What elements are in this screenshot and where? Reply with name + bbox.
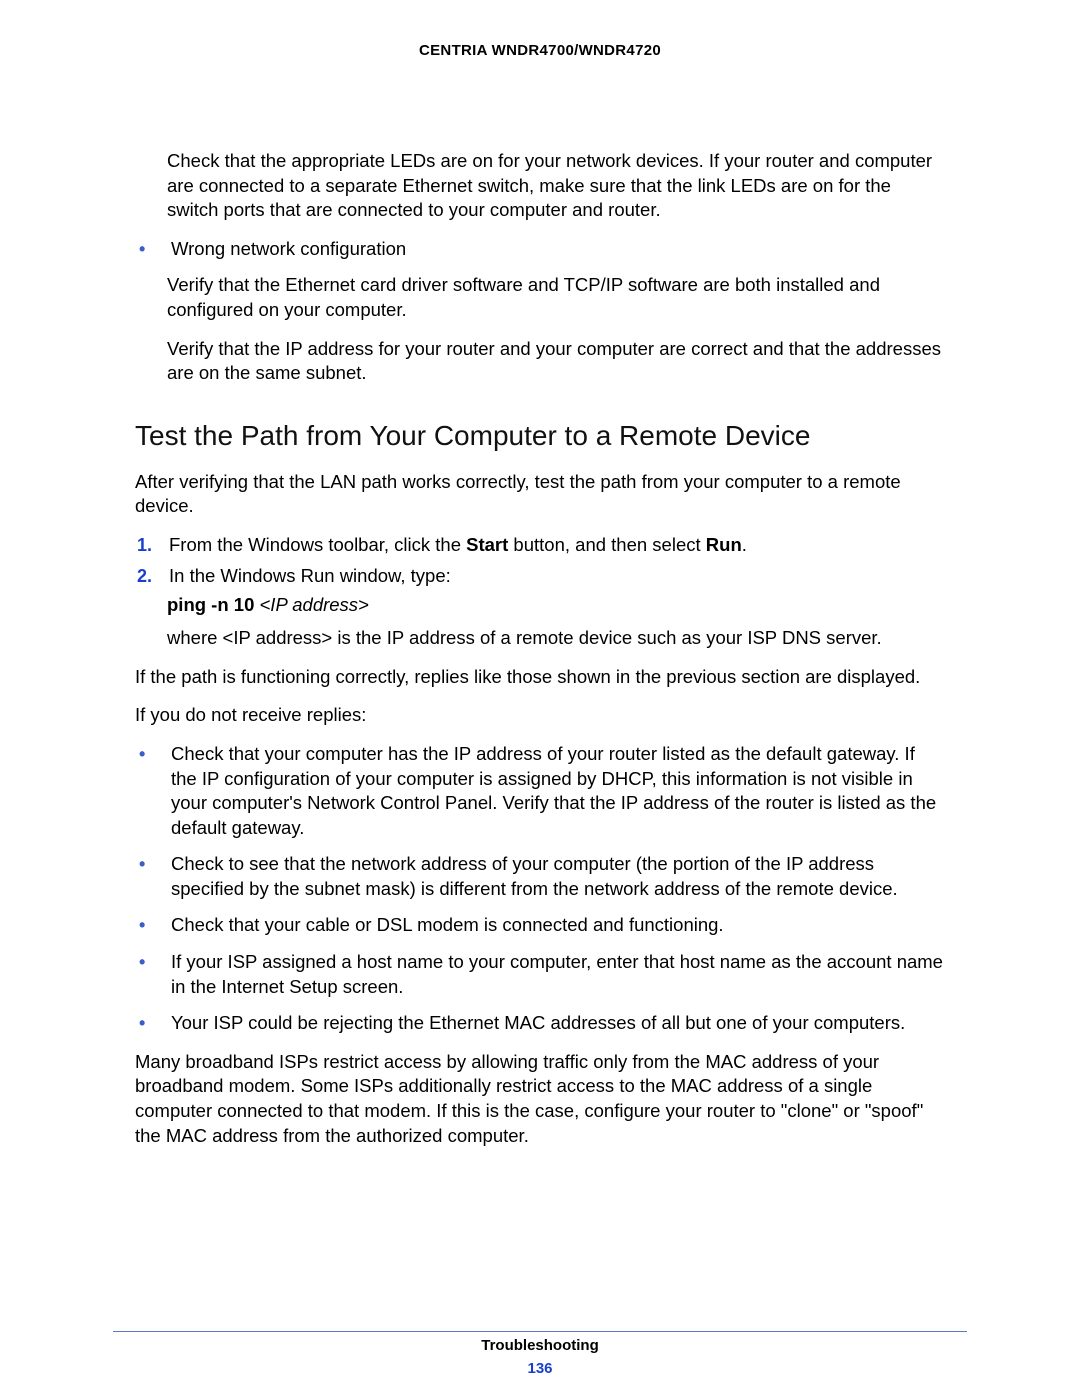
list-item: • If your ISP assigned a host name to yo… — [135, 950, 945, 999]
bullet-icon: • — [135, 913, 171, 937]
where-paragraph: where <IP address> is the IP address of … — [167, 626, 945, 651]
step-1-number: 1. — [135, 533, 169, 557]
list-item: • Check to see that the network address … — [135, 852, 945, 901]
document-page: CENTRIA WNDR4700/WNDR4720 Check that the… — [0, 0, 1080, 1397]
header-title: CENTRIA WNDR4700/WNDR4720 — [419, 42, 661, 59]
list-item: • Your ISP could be rejecting the Ethern… — [135, 1011, 945, 1036]
step-1: 1. From the Windows toolbar, click the S… — [135, 533, 945, 558]
ping-command-italic: <IP address> — [260, 594, 369, 615]
step-1-run: Run — [706, 534, 742, 555]
page-footer: Troubleshooting 136 — [0, 1337, 1080, 1377]
intro-paragraph-3: Verify that the IP address for your rout… — [167, 337, 945, 386]
step-1-start: Start — [466, 534, 508, 555]
functioning-paragraph: If the path is functioning correctly, re… — [135, 665, 945, 690]
bullet-icon: • — [135, 237, 171, 261]
step-1-post: . — [742, 534, 747, 555]
page-header: CENTRIA WNDR4700/WNDR4720 — [135, 42, 945, 59]
bullet-text: If your ISP assigned a host name to your… — [171, 950, 945, 999]
section-intro: After verifying that the LAN path works … — [135, 470, 945, 519]
footer-divider — [113, 1331, 967, 1332]
bullet-item-wrong-config: • Wrong network configuration — [135, 237, 945, 262]
bullet-icon: • — [135, 950, 171, 974]
bullet-text: Check that your computer has the IP addr… — [171, 742, 945, 840]
no-reply-bullet-list: • Check that your computer has the IP ad… — [135, 742, 945, 1036]
bullet-text: Check to see that the network address of… — [171, 852, 945, 901]
section-heading: Test the Path from Your Computer to a Re… — [135, 420, 945, 452]
bullet-text: Your ISP could be rejecting the Ethernet… — [171, 1011, 945, 1036]
list-item: • Check that your cable or DSL modem is … — [135, 913, 945, 938]
bullet-text: Check that your cable or DSL modem is co… — [171, 913, 945, 938]
no-reply-paragraph: If you do not receive replies: — [135, 703, 945, 728]
step-2-text: In the Windows Run window, type: — [169, 564, 945, 589]
bullet-icon: • — [135, 742, 171, 766]
ping-command-bold: ping -n 10 — [167, 594, 260, 615]
step-1-text: From the Windows toolbar, click the Star… — [169, 533, 945, 558]
step-2: 2. In the Windows Run window, type: — [135, 564, 945, 589]
step-1-pre: From the Windows toolbar, click the — [169, 534, 466, 555]
ping-command: ping -n 10 <IP address> — [167, 594, 945, 616]
bullet-icon: • — [135, 852, 171, 876]
intro-paragraph-1: Check that the appropriate LEDs are on f… — [167, 149, 945, 223]
bullet-icon: • — [135, 1011, 171, 1035]
footer-page-number: 136 — [0, 1360, 1080, 1377]
closing-paragraph: Many broadband ISPs restrict access by a… — [135, 1050, 945, 1148]
step-1-mid: button, and then select — [508, 534, 705, 555]
bullet-text: Wrong network configuration — [171, 237, 945, 262]
list-item: • Check that your computer has the IP ad… — [135, 742, 945, 840]
intro-paragraph-2: Verify that the Ethernet card driver sof… — [167, 273, 945, 322]
step-2-number: 2. — [135, 564, 169, 588]
footer-title: Troubleshooting — [0, 1337, 1080, 1354]
